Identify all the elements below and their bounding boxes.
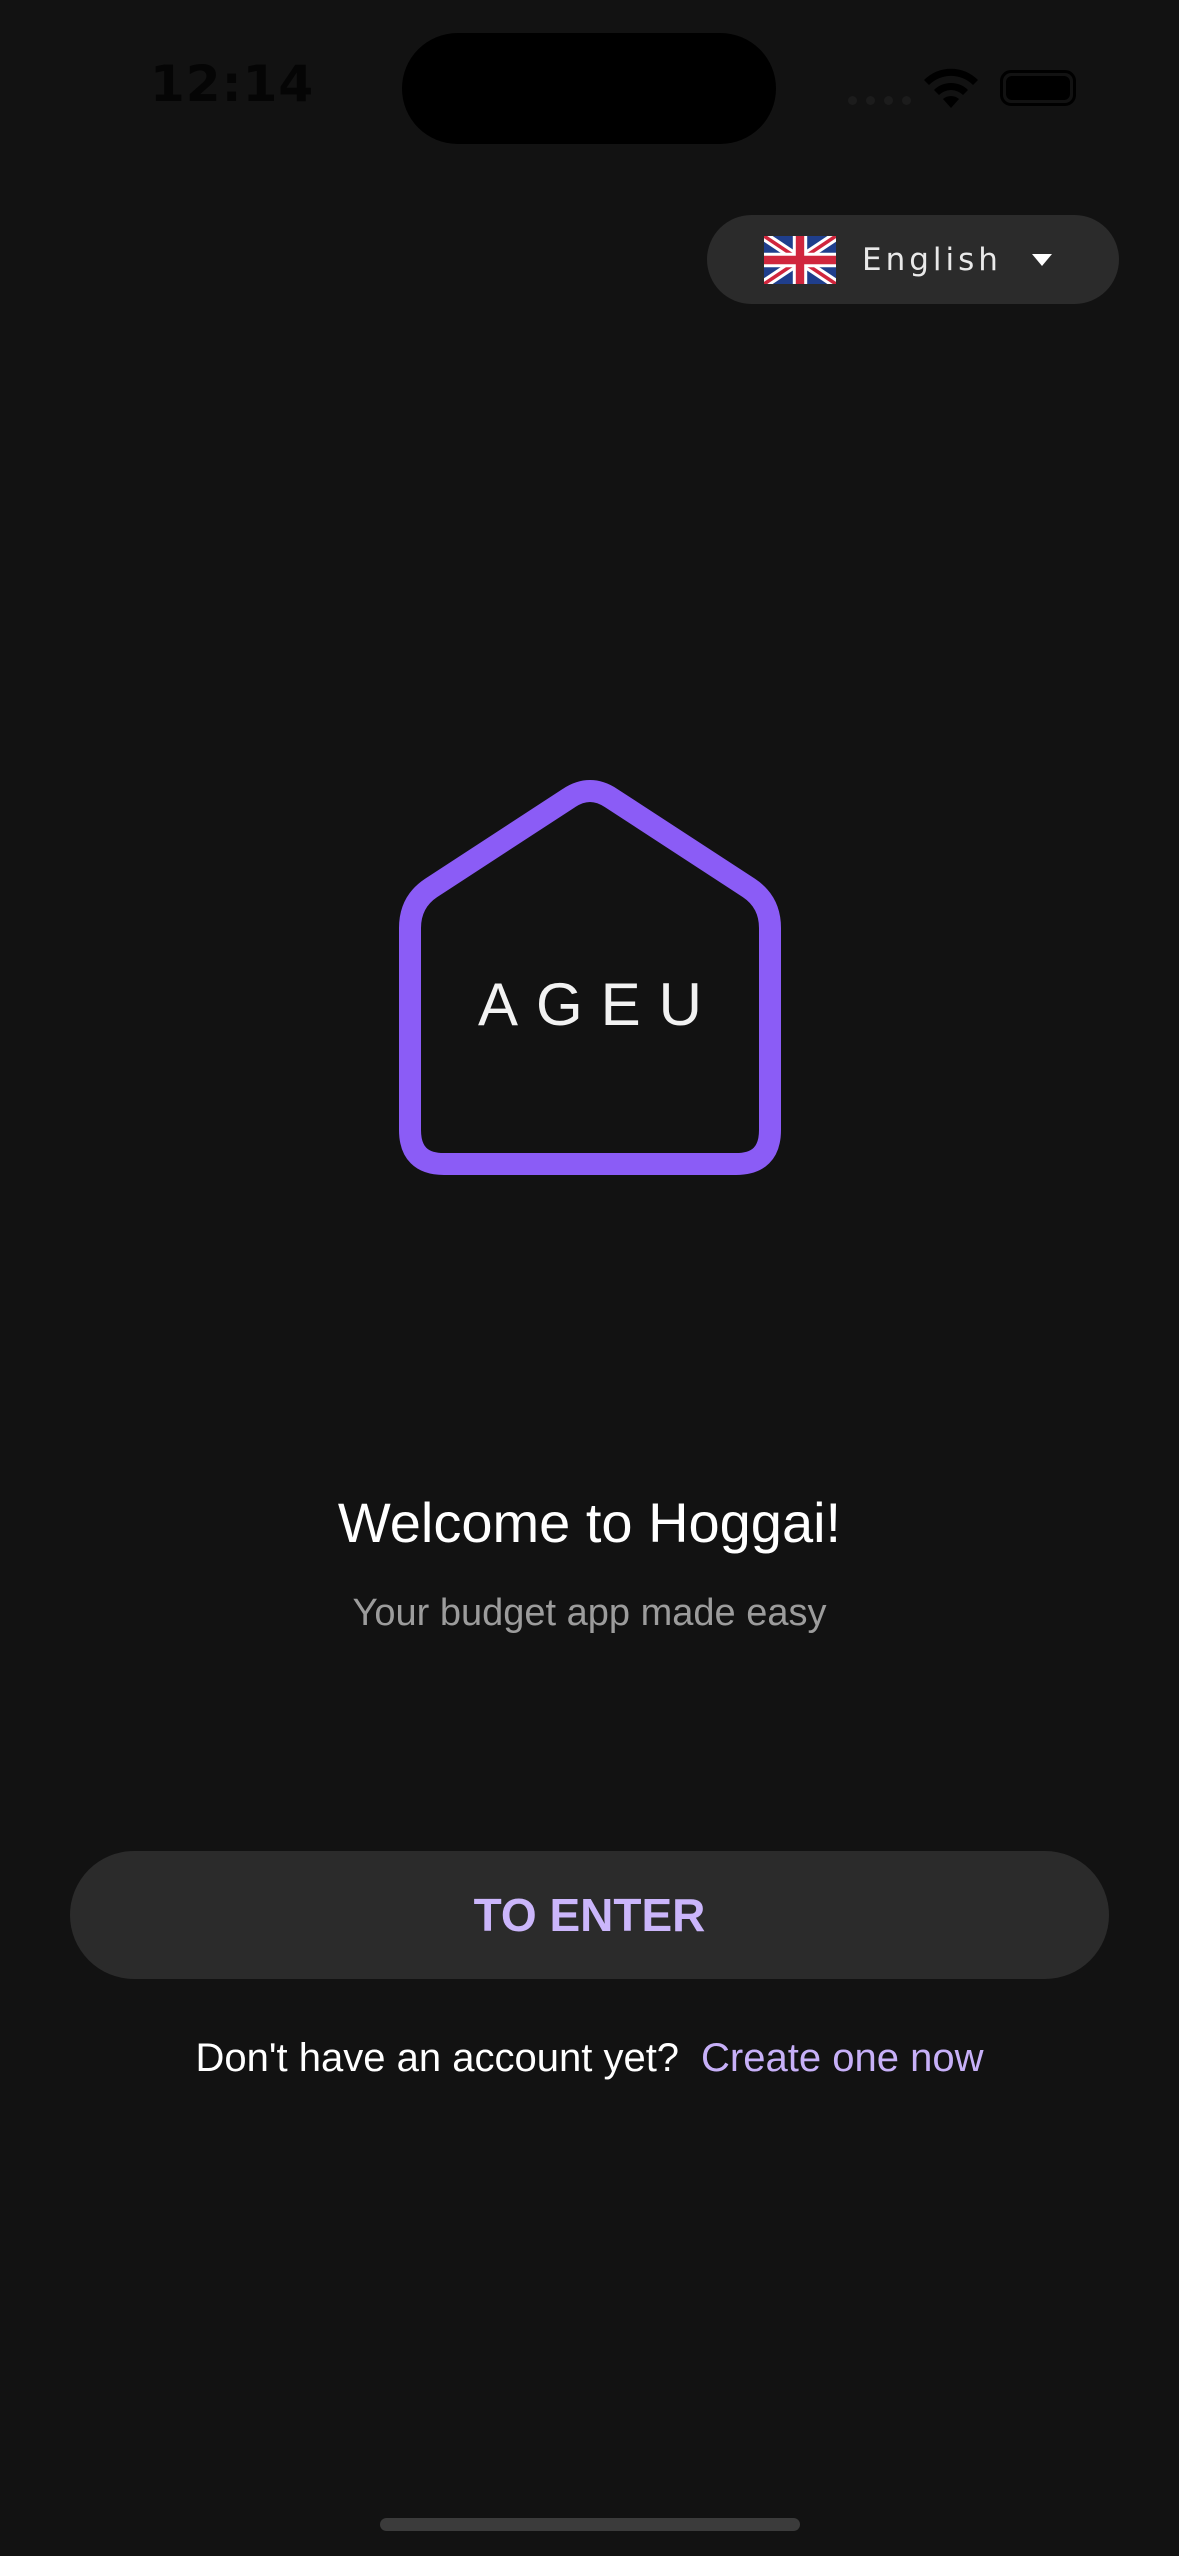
welcome-title: Welcome to Hoggai! [337, 1491, 842, 1554]
app-logo: AGEU [394, 778, 786, 1180]
wifi-icon [924, 68, 978, 108]
create-account-link[interactable]: Create one now [701, 2036, 983, 2080]
welcome-subtitle: Your budget app made easy [352, 1592, 827, 1634]
uk-flag-icon [764, 235, 836, 284]
status-time: 12:14 [150, 55, 315, 113]
enter-button[interactable]: TO ENTER [70, 1851, 1109, 1979]
signup-prompt: Don't have an account yet? [195, 2036, 680, 2080]
battery-icon [1000, 70, 1076, 106]
home-indicator[interactable] [380, 2518, 800, 2531]
language-label: English [862, 241, 1002, 278]
language-selector[interactable]: English [707, 215, 1119, 304]
cellular-signal-icon [848, 96, 911, 105]
dynamic-island [402, 33, 776, 144]
login-screen: 12:14 English AGEU Welcome to Hoggai! Yo… [0, 0, 1179, 2556]
caret-down-icon [1031, 253, 1052, 266]
signup-row: Don't have an account yet? Create one now [0, 2036, 1179, 2081]
logo-text: AGEU [477, 971, 721, 1038]
